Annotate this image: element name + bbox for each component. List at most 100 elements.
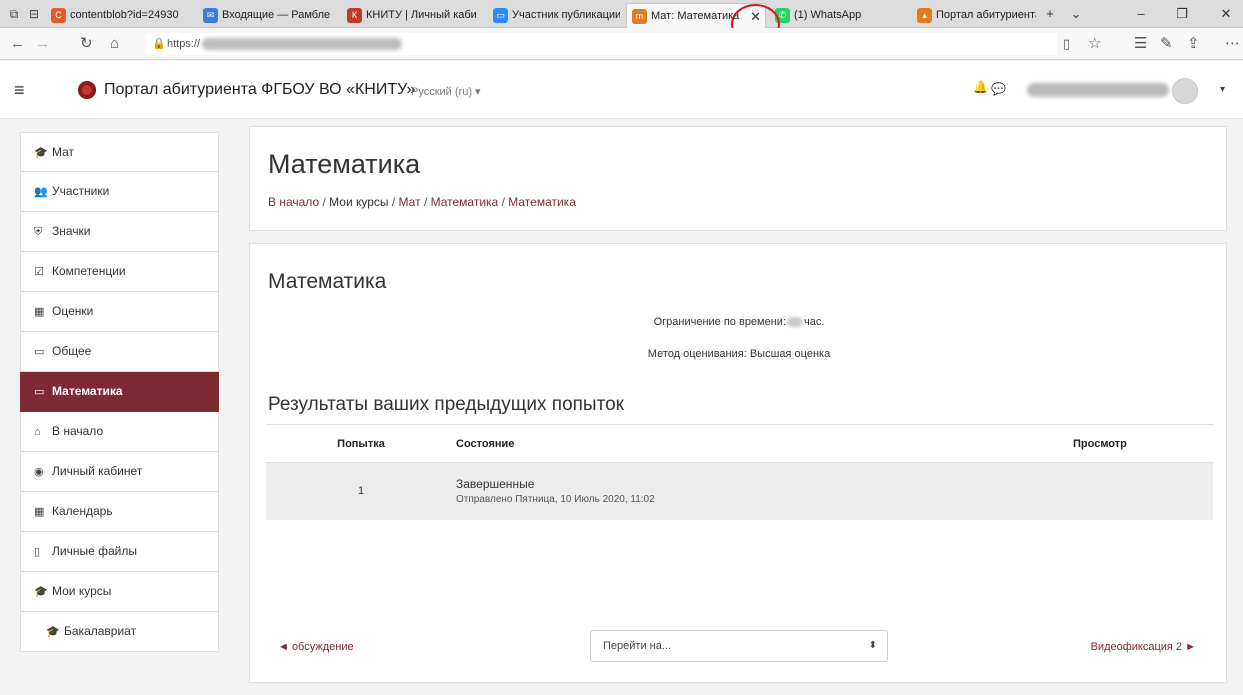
restore-icon[interactable]: ❐ bbox=[1168, 3, 1196, 25]
sidebar-item-mat[interactable]: 🎓 Мат bbox=[20, 132, 219, 172]
home-icon[interactable]: ⌂ bbox=[110, 35, 119, 53]
tab-applicant-portal[interactable]: ▴ Портал абитуриента Ф bbox=[912, 3, 1036, 28]
forward-icon[interactable]: → bbox=[35, 35, 50, 53]
sidebar-item-general[interactable]: ▭ Общее bbox=[20, 332, 219, 372]
tab-label: Мат: Математика bbox=[651, 10, 740, 22]
url-field[interactable]: 🔒 https:// bbox=[147, 33, 1057, 55]
sidebar-item-badges[interactable]: ⛨ Значки bbox=[20, 212, 219, 252]
file-icon: ▯ bbox=[34, 546, 41, 558]
site-navbar: ≡ Портал абитуриента ФГБОУ ВО «КНИТУ» Ру… bbox=[0, 61, 1243, 119]
sidebar-item-grades[interactable]: ▦ Оценки bbox=[20, 292, 219, 332]
site-name[interactable]: Портал абитуриента ФГБОУ ВО «КНИТУ» bbox=[104, 81, 415, 99]
sidebar-item-dashboard[interactable]: ◉ Личный кабинет bbox=[20, 452, 219, 492]
sidebar-item-home[interactable]: ⌂ В начало bbox=[20, 412, 219, 452]
sidebar: 🎓 Мат 👥 Участники ⛨ Значки ☑ Компетенции ▦ Оц… bbox=[20, 132, 219, 652]
close-tab-icon[interactable]: ✕ bbox=[750, 4, 761, 28]
column-review: Просмотр bbox=[1073, 424, 1213, 463]
tab-label: КНИТУ | Личный каби bbox=[366, 9, 477, 21]
breadcrumb-section[interactable]: Математика bbox=[431, 195, 499, 209]
set-aside-tabs-icon[interactable]: ⊟ bbox=[26, 6, 42, 22]
whatsapp-icon: ✆ bbox=[775, 8, 790, 23]
next-activity-link[interactable]: Видеофиксация 2 ► bbox=[1091, 641, 1196, 653]
checkbox-icon: ☑ bbox=[34, 266, 44, 278]
tab-favicon-icon: ▭ bbox=[493, 8, 508, 23]
time-limit-redacted bbox=[787, 317, 804, 328]
shield-icon: ⛨ bbox=[34, 226, 43, 238]
tab-favicon-icon: C bbox=[51, 8, 66, 23]
users-icon: 👥 bbox=[34, 186, 48, 198]
language-selector[interactable]: Русский (ru) ▾ bbox=[411, 85, 481, 98]
jump-to-select[interactable]: Перейти на... ⬍ bbox=[590, 630, 888, 662]
tab-favicon-icon: К bbox=[347, 8, 362, 23]
back-icon[interactable]: ← bbox=[10, 35, 25, 53]
calendar-icon: ▦ bbox=[34, 506, 45, 518]
attempt-submitted-time: Отправлено Пятница, 10 Июль 2020, 11:02 bbox=[456, 494, 655, 506]
page-header-card: Математика В начало / Мои курсы / Мат / … bbox=[249, 126, 1227, 231]
tab-rambler-inbox[interactable]: ✉ Входящие — Рамблер bbox=[198, 3, 330, 28]
quiz-title: Математика bbox=[268, 270, 387, 293]
user-name-redacted[interactable] bbox=[1027, 83, 1169, 97]
sidebar-item-participants[interactable]: 👥 Участники bbox=[20, 172, 219, 212]
sidebar-item-bachelor[interactable]: 🎓 Бакалавриат bbox=[20, 612, 219, 652]
tab-math-active[interactable]: m Мат: Математика ✕ bbox=[626, 3, 766, 28]
sidebar-item-competencies[interactable]: ☑ Компетенции bbox=[20, 252, 219, 292]
column-attempt: Попытка bbox=[266, 424, 456, 463]
attempt-number: 1 bbox=[266, 462, 456, 520]
sidebar-item-calendar[interactable]: ▦ Календарь bbox=[20, 492, 219, 532]
window-close-icon[interactable]: ✕ bbox=[1212, 3, 1240, 25]
breadcrumb-my-courses: Мои курсы bbox=[329, 195, 389, 209]
refresh-icon[interactable]: ↻ bbox=[80, 35, 93, 53]
sidebar-item-label: Мои курсы bbox=[52, 584, 112, 598]
sidebar-item-label: В начало bbox=[52, 424, 104, 438]
tab-label: (1) WhatsApp bbox=[794, 9, 862, 21]
breadcrumb: В начало / Мои курсы / Мат / Математика … bbox=[268, 195, 576, 209]
messages-icon[interactable]: 💬 bbox=[991, 82, 1006, 96]
pen-icon[interactable]: ✎ bbox=[1160, 35, 1173, 53]
tab-contentblob[interactable]: C contentblob?id=24930 bbox=[46, 3, 188, 28]
tab-label: Участник публикации bbox=[512, 9, 620, 21]
mail-icon: ✉ bbox=[203, 8, 218, 23]
sidebar-item-label: Общее bbox=[52, 344, 92, 358]
tab-label: Портал абитуриента Ф bbox=[936, 9, 1036, 21]
prev-activity-link[interactable]: ◄ обсуждение bbox=[278, 641, 354, 653]
breadcrumb-quiz[interactable]: Математика bbox=[508, 195, 576, 209]
more-icon[interactable]: ⋯ bbox=[1225, 35, 1240, 53]
attempt-state-cell: Завершенные Отправлено Пятница, 10 Июль … bbox=[456, 462, 1073, 520]
tab-whatsapp[interactable]: ✆ (1) WhatsApp bbox=[770, 3, 900, 28]
graduation-cap-icon: 🎓 bbox=[34, 147, 48, 159]
favorite-icon[interactable]: ☆ bbox=[1088, 35, 1101, 53]
tab-knitu-cabinet[interactable]: К КНИТУ | Личный каби bbox=[342, 3, 478, 28]
select-arrows-icon: ⬍ bbox=[868, 640, 877, 651]
sidebar-item-my-courses[interactable]: 🎓 Мои курсы bbox=[20, 572, 219, 612]
breadcrumb-course[interactable]: Мат bbox=[399, 195, 421, 209]
table-header-row: Попытка Состояние Просмотр bbox=[266, 424, 1213, 463]
tab-favicon-icon: ▴ bbox=[917, 8, 932, 23]
time-limit-prefix: Ограничение по времени: bbox=[653, 316, 787, 328]
user-menu-chevron-icon[interactable]: ▾ bbox=[1220, 84, 1225, 95]
url-redacted bbox=[202, 38, 403, 51]
reading-view-icon[interactable]: ▯ bbox=[1063, 35, 1070, 53]
hamburger-menu-icon[interactable]: ≡ bbox=[14, 80, 25, 100]
folder-icon: ▭ bbox=[34, 346, 45, 358]
tab-manager-icon[interactable]: ⧉ bbox=[6, 6, 22, 22]
tab-list-chevron-icon[interactable]: ⌄ bbox=[1062, 3, 1090, 25]
site-logo[interactable] bbox=[78, 81, 96, 99]
share-icon[interactable]: ⇪ bbox=[1187, 35, 1200, 53]
browser-tab-bar: ⧉ ⊟ C contentblob?id=24930 ✉ Входящие — … bbox=[0, 0, 1243, 28]
favorites-hub-icon[interactable]: ☰ bbox=[1134, 35, 1147, 53]
time-limit-suffix: час. bbox=[804, 316, 825, 328]
new-tab-button[interactable]: + bbox=[1036, 3, 1064, 25]
sidebar-group-course: 🎓 Мат 👥 Участники ⛨ Значки ☑ Компетенции ▦ Оц… bbox=[20, 132, 219, 652]
sidebar-item-label: Бакалавриат bbox=[64, 624, 137, 638]
notification-bell-icon[interactable]: 🔔 bbox=[973, 80, 988, 94]
avatar[interactable] bbox=[1172, 78, 1198, 104]
sidebar-item-label: Компетенции bbox=[52, 264, 126, 278]
breadcrumb-home[interactable]: В начало bbox=[268, 195, 319, 209]
tab-publication-participant[interactable]: ▭ Участник публикации bbox=[488, 3, 620, 28]
sidebar-item-mathematics[interactable]: ▭ Математика bbox=[20, 372, 219, 412]
attempt-state: Завершенные bbox=[456, 477, 535, 492]
sidebar-item-label: Личные файлы bbox=[52, 544, 137, 558]
minimize-icon[interactable]: – bbox=[1127, 3, 1155, 25]
sidebar-item-private-files[interactable]: ▯ Личные файлы bbox=[20, 532, 219, 572]
url-text: https:// bbox=[167, 38, 201, 50]
